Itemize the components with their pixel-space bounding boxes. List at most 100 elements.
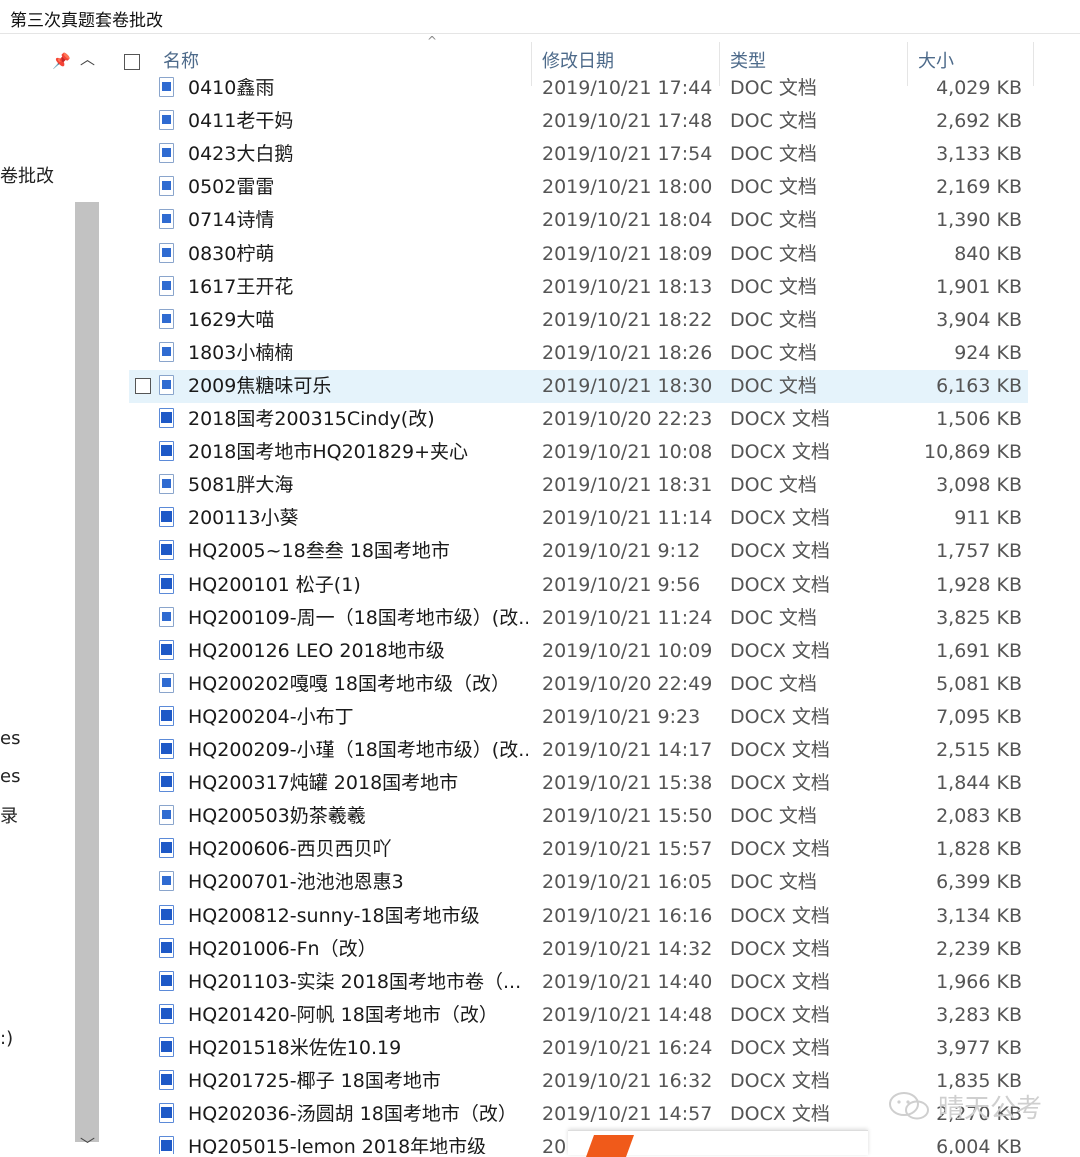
pin-icon[interactable]: 📌 [52, 52, 71, 70]
file-row[interactable]: HQ201518米佐佐10.19 2019/10/21 16:24 DOCX 文档 3… [129, 1032, 1028, 1065]
file-row[interactable]: HQ200109-周一（18国考地市级）(改... 2019/10/21 11:2… [129, 602, 1028, 635]
file-row[interactable]: HQ200126 LEO 2018地市级 2019/10/21 10:09 DOCX… [129, 635, 1028, 668]
select-all-checkbox[interactable] [124, 54, 140, 70]
file-row[interactable]: HQ201103-实柒 2018国考地市卷（... 2019/10/21 14:4… [129, 966, 1028, 999]
word-docx-icon [159, 408, 174, 428]
file-size: 840 KB [954, 242, 1022, 265]
file-modified-date: 2019/10/21 11:14 [542, 507, 713, 530]
file-row[interactable]: 0410鑫雨 2019/10/21 17:44 DOC 文档 4,029 KB [129, 72, 1028, 105]
file-modified-date: 2019/10/21 18:04 [542, 209, 713, 232]
nav-item[interactable]: es [0, 766, 20, 787]
file-row[interactable]: 1617王开花 2019/10/21 18:13 DOC 文档 1,901 KB [129, 271, 1028, 304]
word-doc-icon [159, 176, 174, 197]
nav-item[interactable]: 录 [0, 802, 18, 828]
file-row[interactable]: HQ200701-池池池恩惠3 2019/10/21 16:05 DOC 文档 6,3… [129, 866, 1028, 899]
file-size: 1,928 KB [936, 573, 1022, 596]
file-modified-date: 2019/10/21 18:26 [542, 341, 713, 364]
chevron-up-icon[interactable]: ︿ [80, 48, 95, 69]
file-name: HQ200317炖罐 2018国考地市 [188, 772, 459, 795]
file-type: DOCX 文档 [730, 573, 830, 596]
navigation-pane: 📌 ︿ 卷批改 es es 录 :) ﹀ [0, 34, 105, 1154]
file-row[interactable]: 1629大喵 2019/10/21 18:22 DOC 文档 3,904 KB [129, 304, 1028, 337]
file-modified-date: 2019/10/21 14:48 [542, 1003, 713, 1026]
file-row[interactable]: 0411老干妈 2019/10/21 17:48 DOC 文档 2,692 KB [129, 105, 1028, 138]
file-type: DOC 文档 [730, 374, 817, 397]
file-row[interactable]: HQ201006-Fn（改） 2019/10/21 14:32 DOCX 文档 2,2… [129, 933, 1028, 966]
file-type: DOC 文档 [730, 209, 817, 232]
file-row[interactable]: HQ200202嘎嘎 18国考地市级（改） 2019/10/20 22:49 DOC… [129, 668, 1028, 701]
file-row[interactable]: 5081胖大海 2019/10/21 18:31 DOC 文档 3,098 KB [129, 469, 1028, 502]
file-size: 6,399 KB [936, 871, 1022, 894]
file-modified-date: 2019/10/21 18:00 [542, 176, 713, 199]
file-row[interactable]: HQ200503奶茶羲羲 2019/10/21 15:50 DOC 文档 2,083 … [129, 800, 1028, 833]
file-row[interactable]: 0714诗情 2019/10/21 18:04 DOC 文档 1,390 KB [129, 204, 1028, 237]
file-row[interactable]: 1803小楠楠 2019/10/21 18:26 DOC 文档 924 KB [129, 337, 1028, 370]
file-name: 200113小葵 [188, 507, 299, 530]
chevron-down-icon[interactable]: ﹀ [80, 1134, 95, 1155]
file-size: 3,133 KB [936, 143, 1022, 166]
word-docx-icon [159, 1036, 174, 1057]
file-row[interactable]: 0423大白鹅 2019/10/21 17:54 DOC 文档 3,133 KB [129, 138, 1028, 171]
file-row[interactable]: 0502雷雷 2019/10/21 18:00 DOC 文档 2,169 KB [129, 171, 1028, 204]
file-row[interactable]: 200113小葵 2019/10/21 11:14 DOCX 文档 911 KB [129, 502, 1028, 535]
file-modified-date: 2019/10/21 17:54 [542, 143, 713, 166]
file-size: 1,757 KB [936, 540, 1022, 563]
file-type: DOC 文档 [730, 871, 817, 894]
overlay-popup [568, 1130, 868, 1157]
file-modified-date: 2019/10/20 22:49 [542, 672, 713, 695]
file-size: 1,901 KB [936, 275, 1022, 298]
word-doc-icon [159, 77, 174, 97]
file-name: 2018国考地市HQ201829+夹心 [188, 441, 469, 464]
file-size: 3,098 KB [936, 474, 1022, 497]
file-size: 1,844 KB [936, 772, 1022, 795]
file-size: 5,081 KB [936, 672, 1022, 695]
file-size: 3,283 KB [936, 1003, 1022, 1026]
file-size: 1,506 KB [936, 408, 1022, 430]
file-name: HQ200202嘎嘎 18国考地市级（改） [188, 672, 510, 695]
file-row[interactable]: HQ200101 松子(1) 2019/10/21 9:56 DOCX 文档 1,92… [129, 569, 1028, 602]
word-docx-icon [159, 540, 174, 561]
file-size: 2,692 KB [936, 110, 1022, 133]
word-doc-icon [159, 474, 174, 495]
file-row[interactable]: HQ200317炖罐 2018国考地市 2019/10/21 15:38 DOCX … [129, 767, 1028, 800]
file-row[interactable]: 2009焦糖味可乐 2019/10/21 18:30 DOC 文档 6,163 KB [129, 369, 1028, 403]
file-row[interactable]: 2018国考地市HQ201829+夹心 2019/10/21 10:08 DOCX … [129, 436, 1028, 469]
file-name: HQ200701-池池池恩惠3 [188, 871, 404, 894]
sort-ascending-icon: ^ [427, 34, 438, 48]
file-row[interactable]: HQ2005~18叁叁 18国考地市 2019/10/21 9:12 DOCX 文档… [129, 535, 1028, 568]
row-checkbox[interactable] [135, 377, 151, 394]
wechat-logo-icon [889, 1092, 929, 1120]
file-row[interactable]: 2018国考200315Cindy(改) 2019/10/20 22:23 DOCX… [129, 403, 1028, 436]
word-doc-icon [159, 275, 174, 296]
file-modified-date: 2019/10/21 16:16 [542, 904, 713, 927]
word-doc-icon [159, 374, 174, 395]
nav-scrollbar[interactable] [75, 202, 99, 1142]
file-modified-date: 2019/10/21 14:57 [542, 1103, 713, 1126]
file-row[interactable]: 0830柠萌 2019/10/21 18:09 DOC 文档 840 KB [129, 238, 1028, 271]
file-modified-date: 2019/10/21 15:50 [542, 805, 713, 828]
word-doc-icon [159, 672, 174, 693]
nav-item-drive[interactable]: :) [0, 1028, 13, 1049]
file-row[interactable]: HQ200209-小瑾（18国考地市级）(改... 2019/10/21 14:1… [129, 734, 1028, 767]
word-docx-icon [159, 1070, 174, 1090]
word-doc-icon [159, 871, 174, 892]
file-row[interactable]: HQ200606-西贝西贝吖 2019/10/21 15:57 DOCX 文档 1,8… [129, 833, 1028, 866]
file-type: DOC 文档 [730, 308, 817, 331]
file-row[interactable]: HQ200204-小布丁 2019/10/21 9:23 DOCX 文档 7,095 … [129, 701, 1028, 734]
word-docx-icon [159, 1136, 174, 1154]
word-doc-icon [159, 341, 174, 362]
file-row[interactable]: HQ200812-sunny-18国考地市级 2019/10/21 16:16 DO… [129, 900, 1028, 933]
file-size: 2,169 KB [936, 176, 1022, 199]
nav-item[interactable]: es [0, 728, 20, 749]
file-type: DOC 文档 [730, 275, 817, 298]
nav-item-current-folder[interactable]: 卷批改 [0, 162, 54, 188]
file-type: DOCX 文档 [730, 904, 830, 927]
file-name: 5081胖大海 [188, 474, 294, 497]
file-size: 1,390 KB [936, 209, 1022, 232]
file-size: 3,977 KB [936, 1036, 1022, 1059]
file-modified-date: 2019/10/21 9:12 [542, 540, 701, 563]
file-modified-date: 2019/10/21 17:48 [542, 110, 713, 133]
file-size: 7,095 KB [936, 705, 1022, 728]
file-row[interactable]: HQ201420-阿帆 18国考地市（改） 2019/10/21 14:48 DOC… [129, 999, 1028, 1032]
file-name: 1617王开花 [188, 275, 294, 298]
